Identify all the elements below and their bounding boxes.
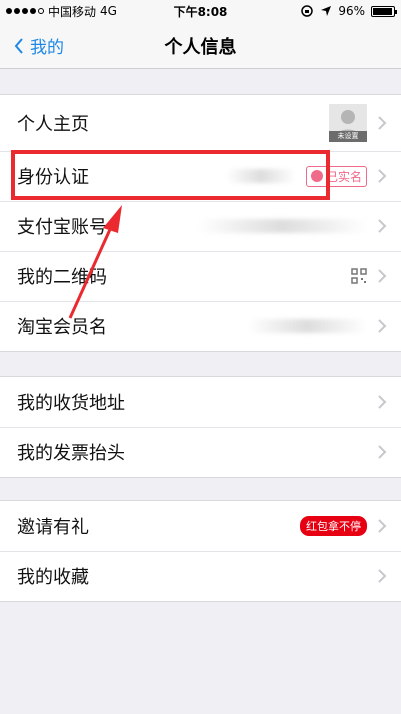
battery-icon — [371, 5, 397, 17]
blurred-name — [225, 169, 296, 183]
row-label: 淘宝会员名 — [17, 317, 107, 338]
row-label: 身份认证 — [17, 167, 89, 188]
row-label: 我的收藏 — [17, 567, 89, 588]
row-label: 邀请有礼 — [17, 517, 89, 538]
verified-badge: 已实名 — [305, 165, 367, 187]
chevron-right-icon — [378, 116, 387, 130]
status-bar: 中国移动 4G 下午8:08 96% — [0, 0, 401, 22]
row-label: 我的二维码 — [17, 267, 107, 288]
verified-face-icon — [310, 170, 323, 182]
row-alipay-account[interactable]: 支付宝账号 — [0, 201, 401, 251]
location-arrow-icon — [321, 6, 332, 16]
misc-group: 邀请有礼 红包拿不停 我的收藏 — [0, 500, 401, 602]
chevron-right-icon — [378, 169, 387, 183]
row-identity-verification[interactable]: 身份认证 已实名 — [0, 151, 401, 201]
battery-percent: 96% — [338, 4, 365, 18]
chevron-right-icon — [378, 219, 387, 233]
chevron-right-icon — [378, 569, 387, 583]
row-invite-rewards[interactable]: 邀请有礼 红包拿不停 — [0, 501, 401, 551]
address-group: 我的收货地址 我的发票抬头 — [0, 376, 401, 478]
chevron-right-icon — [378, 269, 387, 283]
row-my-favorites[interactable]: 我的收藏 — [0, 551, 401, 601]
chevron-right-icon — [378, 395, 387, 409]
row-my-qr-code[interactable]: 我的二维码 — [0, 251, 401, 301]
avatar-caption: 未设置 — [329, 131, 367, 142]
blurred-account — [197, 219, 367, 233]
profile-group: 个人主页 未设置 身份认证 已实名 支付宝账号 我的二维码 淘宝会员名 — [0, 94, 401, 352]
status-right: 96% — [300, 4, 397, 18]
row-personal-homepage[interactable]: 个人主页 未设置 — [0, 95, 401, 151]
promo-badge: 红包拿不停 — [300, 516, 367, 536]
lock-rotation-icon — [301, 5, 314, 17]
verified-badge-label: 已实名 — [325, 169, 362, 184]
signal-strength-icon — [6, 8, 44, 14]
avatar: 未设置 — [329, 104, 367, 142]
row-invoice-title[interactable]: 我的发票抬头 — [0, 427, 401, 477]
chevron-right-icon — [378, 445, 387, 459]
carrier-label: 中国移动 — [48, 4, 97, 19]
network-label: 4G — [100, 4, 117, 18]
chevron-right-icon — [378, 519, 387, 533]
status-left: 中国移动 4G — [6, 3, 117, 20]
row-label: 个人主页 — [17, 114, 89, 135]
row-label: 我的发票抬头 — [17, 443, 125, 464]
chevron-right-icon — [378, 319, 387, 333]
row-label: 支付宝账号 — [17, 217, 107, 238]
navigation-bar: 我的 个人信息 — [0, 22, 401, 69]
row-taobao-member-name[interactable]: 淘宝会员名 — [0, 301, 401, 351]
row-shipping-address[interactable]: 我的收货地址 — [0, 377, 401, 427]
blurred-member-name — [247, 319, 367, 333]
page-title: 个人信息 — [164, 37, 237, 58]
row-label: 我的收货地址 — [17, 393, 125, 414]
qr-code-icon — [351, 268, 367, 284]
